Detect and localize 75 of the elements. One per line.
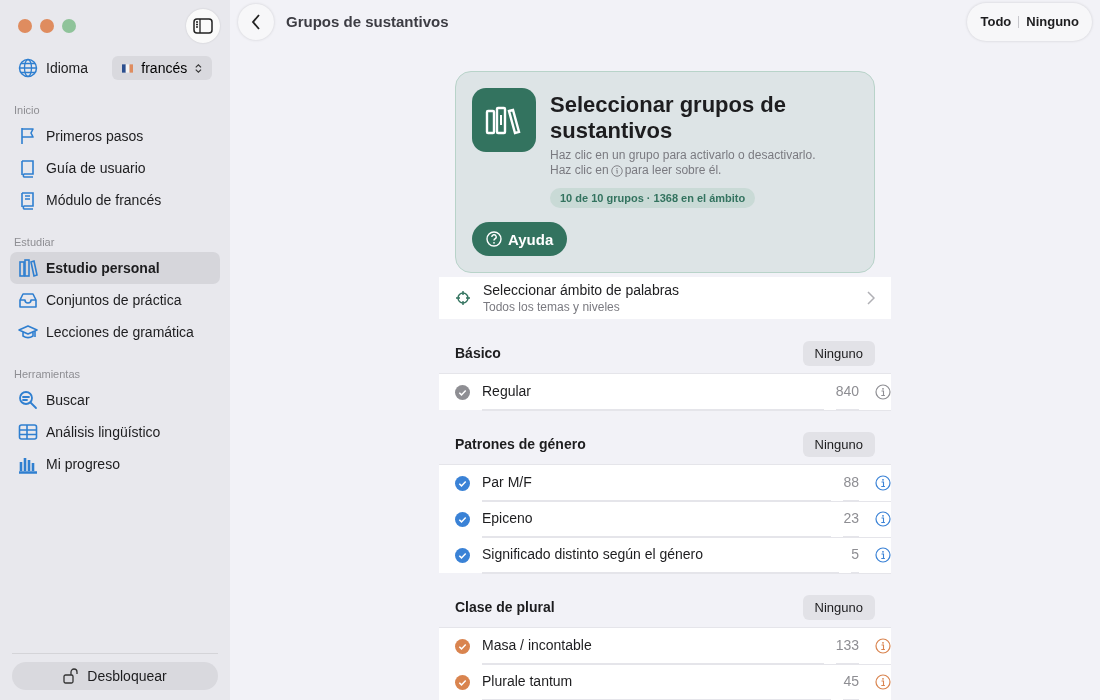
section-heading: Herramientas	[13, 368, 82, 380]
hint-text: para leer sobre él.	[624, 163, 722, 178]
unlock-button[interactable]: Desbloquear	[12, 662, 218, 690]
info-icon[interactable]	[875, 673, 891, 690]
sidebar-toggle-button[interactable]	[186, 9, 220, 43]
info-icon[interactable]	[875, 637, 891, 654]
help-button[interactable]: Ayuda	[472, 222, 568, 256]
up-down-chevron-icon	[195, 61, 202, 75]
books-icon	[18, 258, 38, 278]
group-label: Par M/F	[482, 464, 832, 501]
info-icon[interactable]	[875, 546, 891, 563]
none-button[interactable]: Ninguno	[802, 594, 875, 620]
search-icon	[18, 390, 38, 410]
all-button[interactable]: Todo	[973, 10, 1019, 33]
checkmark-icon[interactable]	[455, 674, 470, 690]
group-label: Epiceno	[482, 500, 832, 537]
language-picker[interactable]: francés	[112, 56, 212, 80]
group-label: Masa / incontable	[482, 627, 824, 664]
chevron-icon	[867, 291, 875, 305]
zoom-button[interactable]	[62, 19, 76, 33]
sidebar-item[interactable]: Análisis lingüístico	[10, 416, 220, 448]
card-title: Seleccionar grupos de sustantivos	[550, 92, 787, 144]
sidebar-item[interactable]: Primeros pasos	[10, 120, 220, 152]
group-label: Plurale tantum	[482, 663, 832, 700]
unlock-icon	[63, 668, 80, 684]
checkmark-icon[interactable]	[455, 638, 470, 654]
group-heading: Básico	[455, 345, 502, 361]
sidebar-item[interactable]: Guía de usuario	[10, 152, 220, 184]
checkmark-icon[interactable]	[455, 547, 470, 563]
word-count: 88	[843, 464, 859, 501]
hint-text: Haz clic en un grupo para activarlo o desactivarlo.	[550, 148, 817, 163]
section-heading: Inicio	[13, 104, 41, 116]
close-button[interactable]	[18, 19, 32, 33]
sidebar-item[interactable]: Conjuntos de práctica	[10, 284, 220, 316]
word-count: 45	[843, 663, 859, 700]
word-count: 840	[835, 373, 859, 410]
sidebar-item[interactable]: Mi progreso	[10, 448, 220, 480]
target-icon	[455, 290, 471, 306]
minimize-button[interactable]	[40, 19, 54, 33]
language-label: Idioma	[46, 60, 89, 76]
group-heading: Clase de plural	[455, 599, 556, 615]
tray-icon	[18, 290, 38, 310]
info-icon[interactable]	[875, 474, 891, 491]
word-count: 5	[851, 536, 859, 573]
info-icon	[610, 164, 623, 177]
group-label: Significado distinto según el género	[482, 536, 840, 573]
none-button[interactable]: Ninguno	[1019, 10, 1086, 33]
none-button[interactable]: Ninguno	[802, 431, 875, 457]
info-icon[interactable]	[875, 510, 891, 527]
checkmark-icon[interactable]	[455, 384, 470, 400]
sidebar-item[interactable]: Lecciones de gramática	[10, 316, 220, 348]
sidebar-icon	[193, 18, 213, 34]
info-icon[interactable]	[875, 383, 891, 400]
word-count: 133	[835, 627, 859, 664]
back-chevron-icon	[251, 13, 261, 30]
globe-icon	[18, 58, 38, 78]
flag-icon	[122, 62, 134, 74]
scope-row[interactable]: Seleccionar ámbito de palabras Todos los temas y niveles	[439, 277, 891, 319]
sidebar-item[interactable]: Módulo de francés	[10, 184, 220, 216]
checkmark-icon[interactable]	[455, 475, 470, 491]
group-heading: Patrones de género	[455, 436, 587, 452]
sidebar-item[interactable]: Estudio personal	[10, 252, 220, 284]
table-icon	[18, 422, 38, 442]
question-icon	[486, 231, 502, 247]
group-label: Regular	[482, 373, 824, 410]
checkmark-icon[interactable]	[455, 511, 470, 527]
count-badge: 10 de 10 grupos · 1368 en el ámbito	[550, 188, 756, 208]
back-button[interactable]	[238, 3, 274, 40]
none-button[interactable]: Ninguno	[802, 340, 875, 366]
hint-text: Haz clic en	[550, 163, 609, 178]
word-count: 23	[843, 500, 859, 537]
sidebar-item[interactable]: Buscar	[10, 384, 220, 416]
books-icon	[472, 88, 536, 152]
section-heading: Estudiar	[13, 236, 56, 248]
page-title: Grupos de sustantivos	[286, 13, 449, 30]
